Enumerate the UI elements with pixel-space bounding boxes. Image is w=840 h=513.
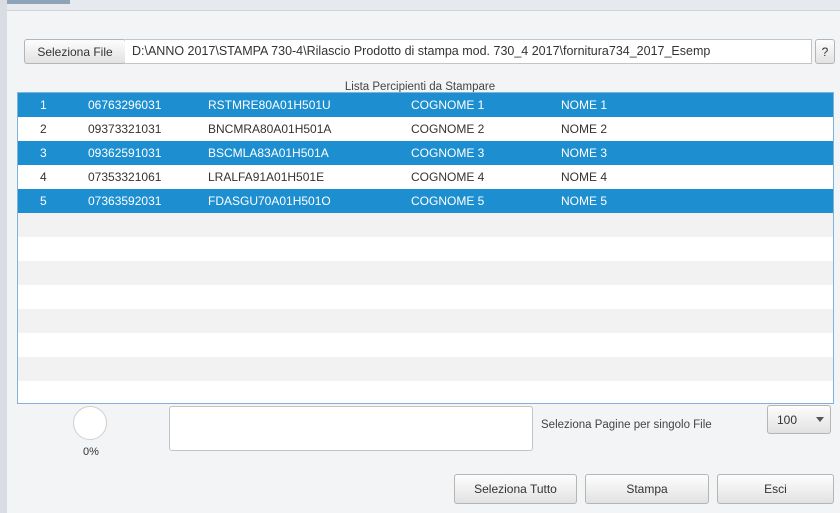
progress-label: 0% (83, 446, 99, 458)
empty-row (18, 213, 833, 237)
empty-row (18, 285, 833, 309)
row-name: NOME 5 (561, 194, 608, 208)
row-fiscal-code: BSCMLA83A01H501A (208, 146, 329, 160)
row-code: 09373321031 (88, 122, 162, 136)
row-name: NOME 2 (561, 122, 608, 136)
row-code: 09362591031 (88, 146, 162, 160)
chevron-down-icon (816, 417, 824, 422)
progress-indicator (73, 406, 107, 440)
row-code: 07363592031 (88, 194, 162, 208)
empty-row (18, 333, 833, 357)
exit-button[interactable]: Esci (717, 474, 834, 504)
row-number: 5 (40, 194, 47, 208)
row-number: 3 (40, 146, 47, 160)
row-surname: COGNOME 4 (411, 170, 485, 184)
row-code: 06763296031 (88, 98, 162, 112)
row-code: 07353321061 (88, 170, 162, 184)
window-tab (0, 0, 70, 4)
table-row[interactable]: 2 09373321031 BNCMRA80A01H501A COGNOME 2… (18, 117, 833, 141)
row-name: NOME 4 (561, 170, 608, 184)
window-left-border (0, 0, 7, 513)
log-text-area[interactable] (169, 406, 533, 451)
table-row[interactable]: 5 07363592031 FDASGU70A01H501O COGNOME 5… (18, 189, 833, 213)
recipients-table[interactable]: 1 06763296031 RSTMRE80A01H501U COGNOME 1… (17, 92, 834, 404)
row-surname: COGNOME 2 (411, 122, 485, 136)
table-row[interactable]: 3 09362591031 BSCMLA83A01H501A COGNOME 3… (18, 141, 833, 165)
empty-row (18, 357, 833, 381)
row-fiscal-code: LRALFA91A01H501E (208, 170, 325, 184)
select-file-button[interactable]: Seleziona File (24, 39, 126, 64)
pages-per-file-select[interactable]: 100 (767, 405, 831, 434)
print-button[interactable]: Stampa (585, 474, 709, 504)
row-fiscal-code: BNCMRA80A01H501A (208, 122, 332, 136)
table-row[interactable]: 1 06763296031 RSTMRE80A01H501U COGNOME 1… (18, 93, 833, 117)
row-surname: COGNOME 5 (411, 194, 485, 208)
select-all-button[interactable]: Seleziona Tutto (454, 474, 577, 504)
row-name: NOME 1 (561, 98, 608, 112)
window-top-border (0, 0, 840, 11)
row-surname: COGNOME 3 (411, 146, 485, 160)
help-button[interactable]: ? (815, 39, 835, 64)
row-number: 2 (40, 122, 47, 136)
empty-row (18, 261, 833, 285)
row-number: 1 (40, 98, 47, 112)
empty-row (18, 381, 833, 403)
pages-per-file-value: 100 (777, 413, 798, 427)
row-fiscal-code: RSTMRE80A01H501U (208, 98, 331, 112)
pages-per-file-label: Seleziona Pagine per singolo File (541, 419, 712, 431)
row-number: 4 (40, 170, 47, 184)
file-path-field[interactable]: D:\ANNO 2017\STAMPA 730-4\Rilascio Prodo… (125, 39, 812, 64)
empty-row (18, 309, 833, 333)
row-surname: COGNOME 1 (411, 98, 485, 112)
empty-row (18, 237, 833, 261)
table-row[interactable]: 4 07353321061 LRALFA91A01H501E COGNOME 4… (18, 165, 833, 189)
row-fiscal-code: FDASGU70A01H501O (208, 194, 331, 208)
row-name: NOME 3 (561, 146, 608, 160)
